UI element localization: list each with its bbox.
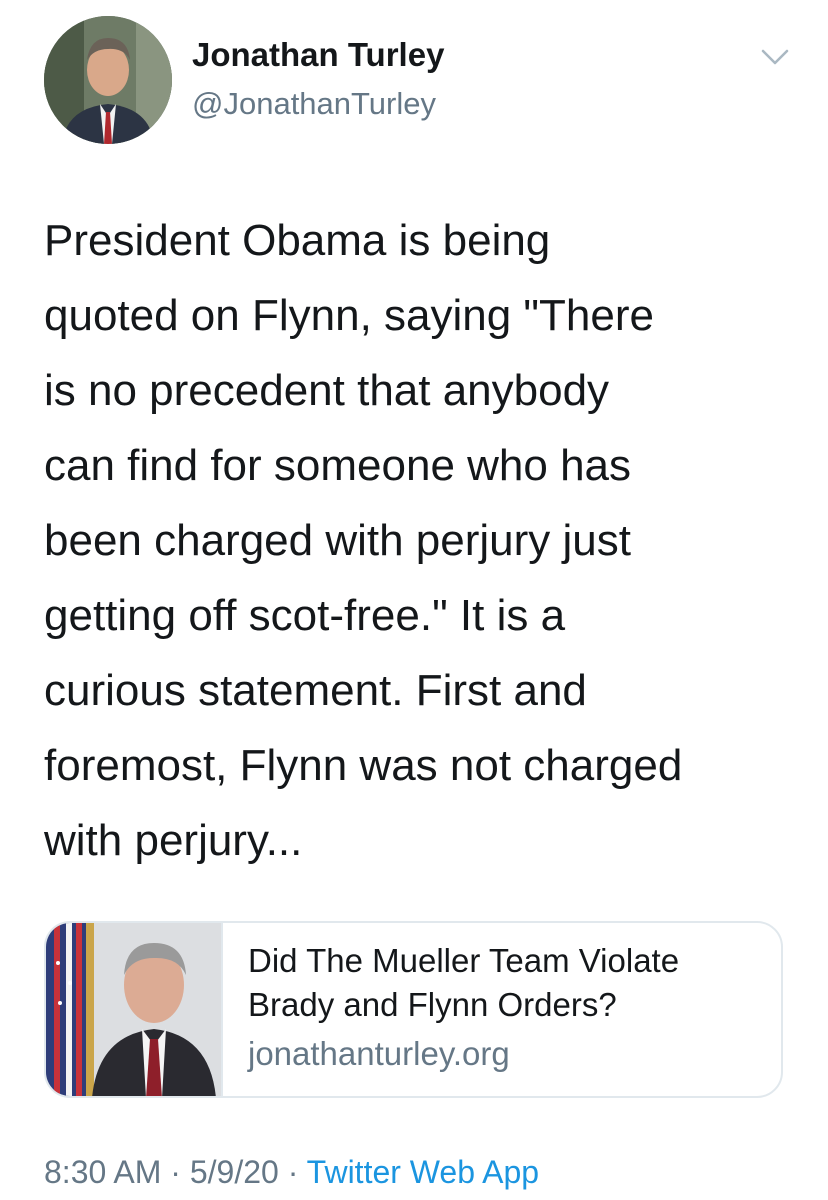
tweet-date[interactable]: 5/9/20	[190, 1154, 279, 1190]
tweet-text-line: President Obama is being	[44, 216, 551, 265]
card-title-line: Brady and Flynn Orders?	[248, 986, 617, 1023]
tweet-text-line: getting off scot-free." It is a	[44, 591, 566, 640]
tweet-text: President Obama is being quoted on Flynn…	[44, 203, 804, 878]
tweet-text-line: can find for someone who has	[44, 441, 632, 490]
tweet-text-line: foremost, Flynn was not charged	[44, 741, 683, 790]
card-thumbnail	[46, 923, 221, 1096]
tweet-text-line: with perjury...	[44, 816, 303, 865]
tweet-text-line: been charged with perjury just	[44, 516, 631, 565]
tweet-text-line: curious statement. First and	[44, 666, 587, 715]
author-name[interactable]: Jonathan Turley	[192, 36, 444, 74]
tweet-text-line: is no precedent that anybody	[44, 366, 610, 415]
chevron-down-icon[interactable]	[758, 42, 792, 72]
author-handle[interactable]: @JonathanTurley	[192, 86, 436, 122]
card-title-line: Did The Mueller Team Violate	[248, 942, 680, 979]
card-title[interactable]: Did The Mueller Team Violate Brady and F…	[248, 939, 768, 1027]
avatar[interactable]	[44, 16, 172, 144]
card-domain: jonathanturley.org	[248, 1035, 510, 1072]
meta-separator: ·	[161, 1154, 190, 1190]
tweet: Jonathan Turley @JonathanTurley Presiden…	[0, 0, 828, 1200]
tweet-time[interactable]: 8:30 AM	[44, 1154, 161, 1190]
tweet-metadata: 8:30 AM · 5/9/20 · Twitter Web App	[44, 1154, 539, 1191]
card-divider	[221, 923, 223, 1096]
link-card[interactable]: Did The Mueller Team Violate Brady and F…	[44, 921, 783, 1098]
tweet-text-line: quoted on Flynn, saying "There	[44, 291, 654, 340]
source-app-link[interactable]: Twitter Web App	[307, 1154, 539, 1190]
meta-separator: ·	[278, 1154, 307, 1190]
